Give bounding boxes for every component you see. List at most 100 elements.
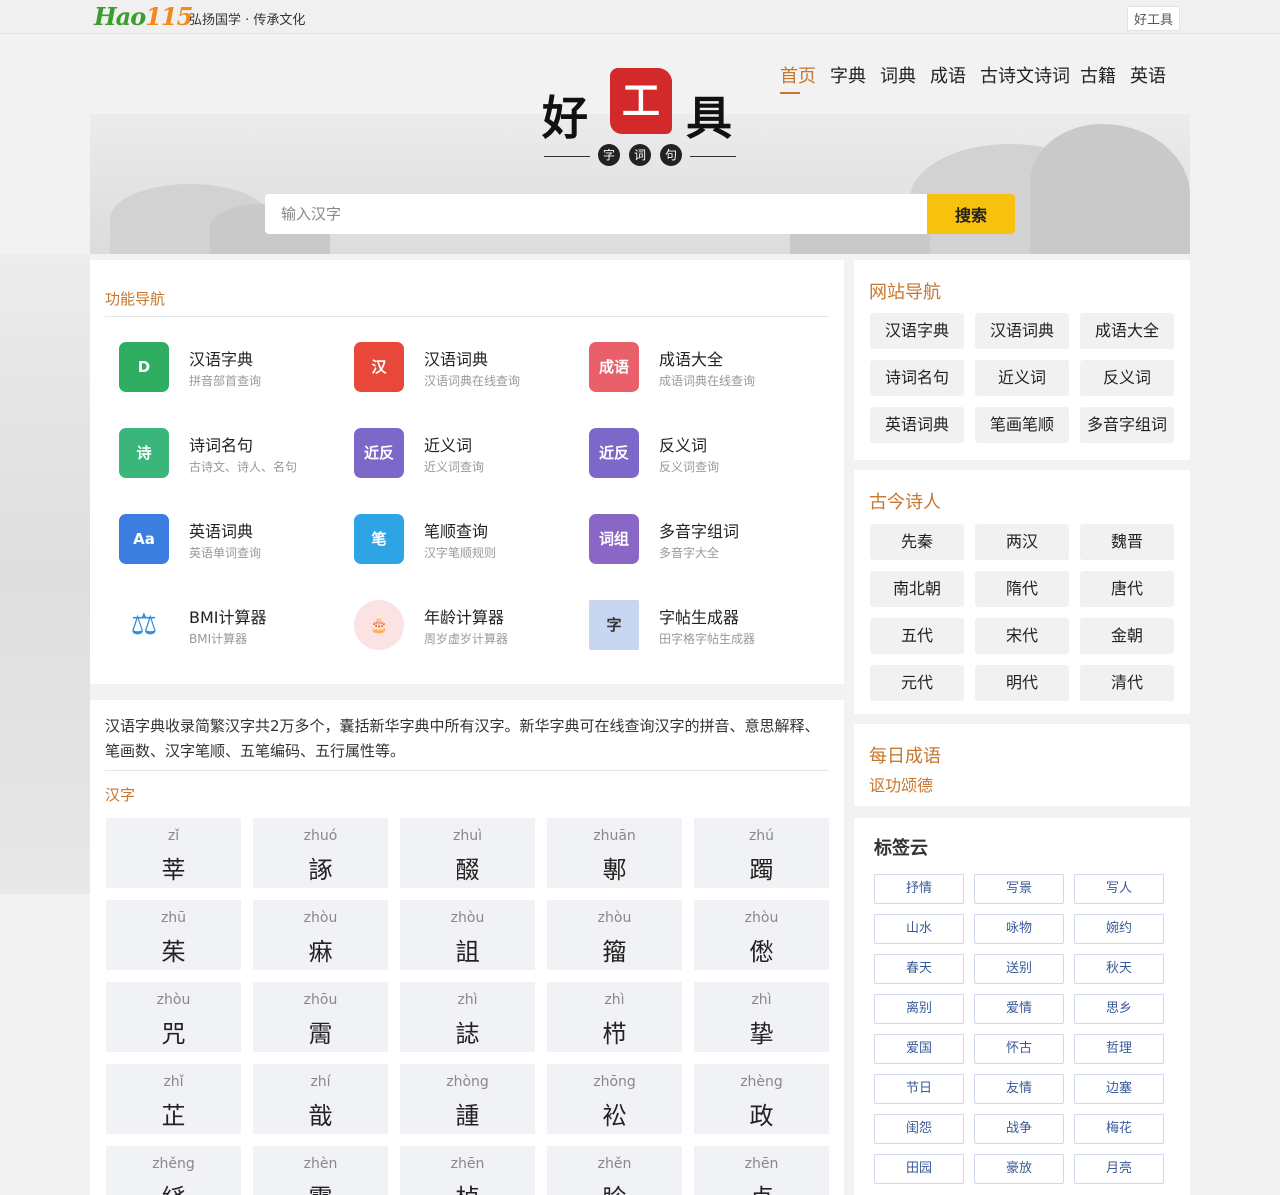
tag-link[interactable]: 离别 — [874, 994, 964, 1024]
poet-era-link[interactable]: 明代 — [975, 665, 1069, 701]
tag-link[interactable]: 咏物 — [974, 914, 1064, 944]
tag-link[interactable]: 月亮 — [1074, 1154, 1164, 1184]
poet-era-link[interactable]: 先秦 — [870, 524, 964, 560]
tag-link[interactable]: 写人 — [1074, 874, 1164, 904]
site-logo[interactable]: 好 工 具 字 词 句 — [542, 64, 738, 174]
nav-cidian[interactable]: 词典 — [880, 62, 916, 88]
tag-link[interactable]: 爱情 — [974, 994, 1064, 1024]
function-item[interactable]: 近反 近义词 近义词查询 — [340, 428, 560, 488]
tag-link[interactable]: 山水 — [874, 914, 964, 944]
nav-zidian[interactable]: 字典 — [830, 62, 866, 88]
tag-link[interactable]: 抒情 — [874, 874, 964, 904]
hanzi-cell[interactable]: zhòng 諥 — [400, 1064, 535, 1134]
hanzi-cell[interactable]: zhuó 諑 — [253, 818, 388, 888]
hanzi-cell[interactable]: zhēn 楨 — [400, 1146, 535, 1195]
tag-link[interactable]: 田园 — [874, 1154, 964, 1184]
hanzi-cell[interactable]: zhēn 贞 — [694, 1146, 829, 1195]
poet-era-link[interactable]: 南北朝 — [870, 571, 964, 607]
hanzi-cell[interactable]: zhòu 僽 — [694, 900, 829, 970]
hanzi-cell[interactable]: zhí 戠 — [253, 1064, 388, 1134]
hanzi-cell[interactable]: zhū 茱 — [106, 900, 241, 970]
tag-link[interactable]: 送别 — [974, 954, 1064, 984]
tag-link[interactable]: 婉约 — [1074, 914, 1164, 944]
poet-era-link[interactable]: 清代 — [1080, 665, 1174, 701]
nav-gushiwen[interactable]: 古诗文诗词 — [980, 62, 1070, 88]
function-item[interactable]: 🎂 年龄计算器 周岁虚岁计算器 — [340, 600, 560, 660]
search-button[interactable]: 搜索 — [927, 194, 1015, 234]
hanzi-cell[interactable]: zhuān 鄟 — [547, 818, 682, 888]
site-nav-link[interactable]: 汉语词典 — [975, 313, 1069, 349]
tag-link[interactable]: 战争 — [974, 1114, 1064, 1144]
tag-link[interactable]: 友情 — [974, 1074, 1064, 1104]
poet-era-link[interactable]: 元代 — [870, 665, 964, 701]
function-item[interactable]: Aa 英语词典 英语单词查询 — [105, 514, 325, 574]
site-nav-link[interactable]: 英语词典 — [870, 407, 964, 443]
site-nav-link[interactable]: 诗词名句 — [870, 360, 964, 396]
tag-link[interactable]: 边塞 — [1074, 1074, 1164, 1104]
stroke-order-icon: 笔 — [354, 514, 404, 564]
tag-link[interactable]: 豪放 — [974, 1154, 1064, 1184]
poet-era-link[interactable]: 隋代 — [975, 571, 1069, 607]
poet-era-link[interactable]: 金朝 — [1080, 618, 1174, 654]
hanzi-cell[interactable]: zhòu 籀 — [547, 900, 682, 970]
hanzi-cell[interactable]: zhōng 衳 — [547, 1064, 682, 1134]
nav-english[interactable]: 英语 — [1130, 62, 1166, 88]
poet-era-link[interactable]: 两汉 — [975, 524, 1069, 560]
function-item[interactable]: 笔 笔顺查询 汉字笔顺规则 — [340, 514, 560, 574]
hanzi-cell[interactable]: zhì 誌 — [400, 982, 535, 1052]
nav-guji[interactable]: 古籍 — [1080, 62, 1116, 88]
hanzi-pinyin: zhèng — [740, 1074, 783, 1090]
tag-link[interactable]: 写景 — [974, 874, 1064, 904]
poet-era-link[interactable]: 唐代 — [1080, 571, 1174, 607]
tag-link[interactable]: 节日 — [874, 1074, 964, 1104]
haogongju-link[interactable]: 好工具 — [1126, 6, 1180, 31]
poet-era-link[interactable]: 宋代 — [975, 618, 1069, 654]
tag-link[interactable]: 梅花 — [1074, 1114, 1164, 1144]
hanzi-cell[interactable]: zǐ 莘 — [106, 818, 241, 888]
tag-link[interactable]: 秋天 — [1074, 954, 1164, 984]
tag-link[interactable]: 爱国 — [874, 1034, 964, 1064]
hanzi-cell[interactable]: zhěn 眕 — [547, 1146, 682, 1195]
daily-idiom-link[interactable]: 讴功颂德 — [869, 772, 933, 796]
hanzi-cell[interactable]: zhì 栉 — [547, 982, 682, 1052]
hanzi-cell[interactable]: zhèng 政 — [694, 1064, 829, 1134]
site-nav-link[interactable]: 笔画笔顺 — [975, 407, 1069, 443]
hanzi-cell[interactable]: zhěng 絼 — [106, 1146, 241, 1195]
poet-era-link[interactable]: 魏晋 — [1080, 524, 1174, 560]
hao115-logo[interactable]: Hao115 — [94, 2, 193, 32]
tag-link[interactable]: 哲理 — [1074, 1034, 1164, 1064]
hanzi-cell[interactable]: zhì 挚 — [694, 982, 829, 1052]
function-item[interactable]: D 汉语字典 拼音部首查询 — [105, 342, 325, 402]
nav-chengyu[interactable]: 成语 — [930, 62, 966, 88]
function-item[interactable]: 诗 诗词名句 古诗文、诗人、名句 — [105, 428, 325, 488]
site-nav-link[interactable]: 近义词 — [975, 360, 1069, 396]
hanzi-cell[interactable]: zhòu 痳 — [253, 900, 388, 970]
hanzi-pinyin: zhèn — [303, 1156, 338, 1172]
hanzi-cell[interactable]: zhòu 詛 — [400, 900, 535, 970]
tag-link[interactable]: 怀古 — [974, 1034, 1064, 1064]
tag-link[interactable]: 闺怨 — [874, 1114, 964, 1144]
hanzi-cell[interactable]: zhōu 霌 — [253, 982, 388, 1052]
hanzi-cell[interactable]: zhǐ 芷 — [106, 1064, 241, 1134]
function-item[interactable]: 字 字帖生成器 田字格字帖生成器 — [575, 600, 795, 660]
search-input[interactable] — [265, 194, 929, 234]
poet-era-link[interactable]: 五代 — [870, 618, 964, 654]
tag-link[interactable]: 思乡 — [1074, 994, 1164, 1024]
function-item[interactable]: 汉 汉语词典 汉语词典在线查询 — [340, 342, 560, 402]
site-nav-link[interactable]: 成语大全 — [1080, 313, 1174, 349]
hanzi-cell[interactable]: zhòu 咒 — [106, 982, 241, 1052]
site-nav-link[interactable]: 反义词 — [1080, 360, 1174, 396]
site-nav-link[interactable]: 多音字组词 — [1080, 407, 1174, 443]
logo-subtitle: 字 词 句 — [542, 144, 738, 170]
hanzi-cell[interactable]: zhuì 醊 — [400, 818, 535, 888]
site-nav-link[interactable]: 汉语字典 — [870, 313, 964, 349]
function-item[interactable]: 成语 成语大全 成语词典在线查询 — [575, 342, 795, 402]
tag-link[interactable]: 春天 — [874, 954, 964, 984]
function-item[interactable]: ⚖ BMI计算器 BMI计算器 — [105, 600, 325, 660]
function-item[interactable]: 近反 反义词 反义词查询 — [575, 428, 795, 488]
hanzi-cell[interactable]: zhèn 震 — [253, 1146, 388, 1195]
hanzi-cell[interactable]: zhú 躅 — [694, 818, 829, 888]
dictionary-icon: D — [119, 342, 169, 392]
nav-home[interactable]: 首页 — [780, 62, 816, 88]
function-item[interactable]: 词组 多音字组词 多音字大全 — [575, 514, 795, 574]
